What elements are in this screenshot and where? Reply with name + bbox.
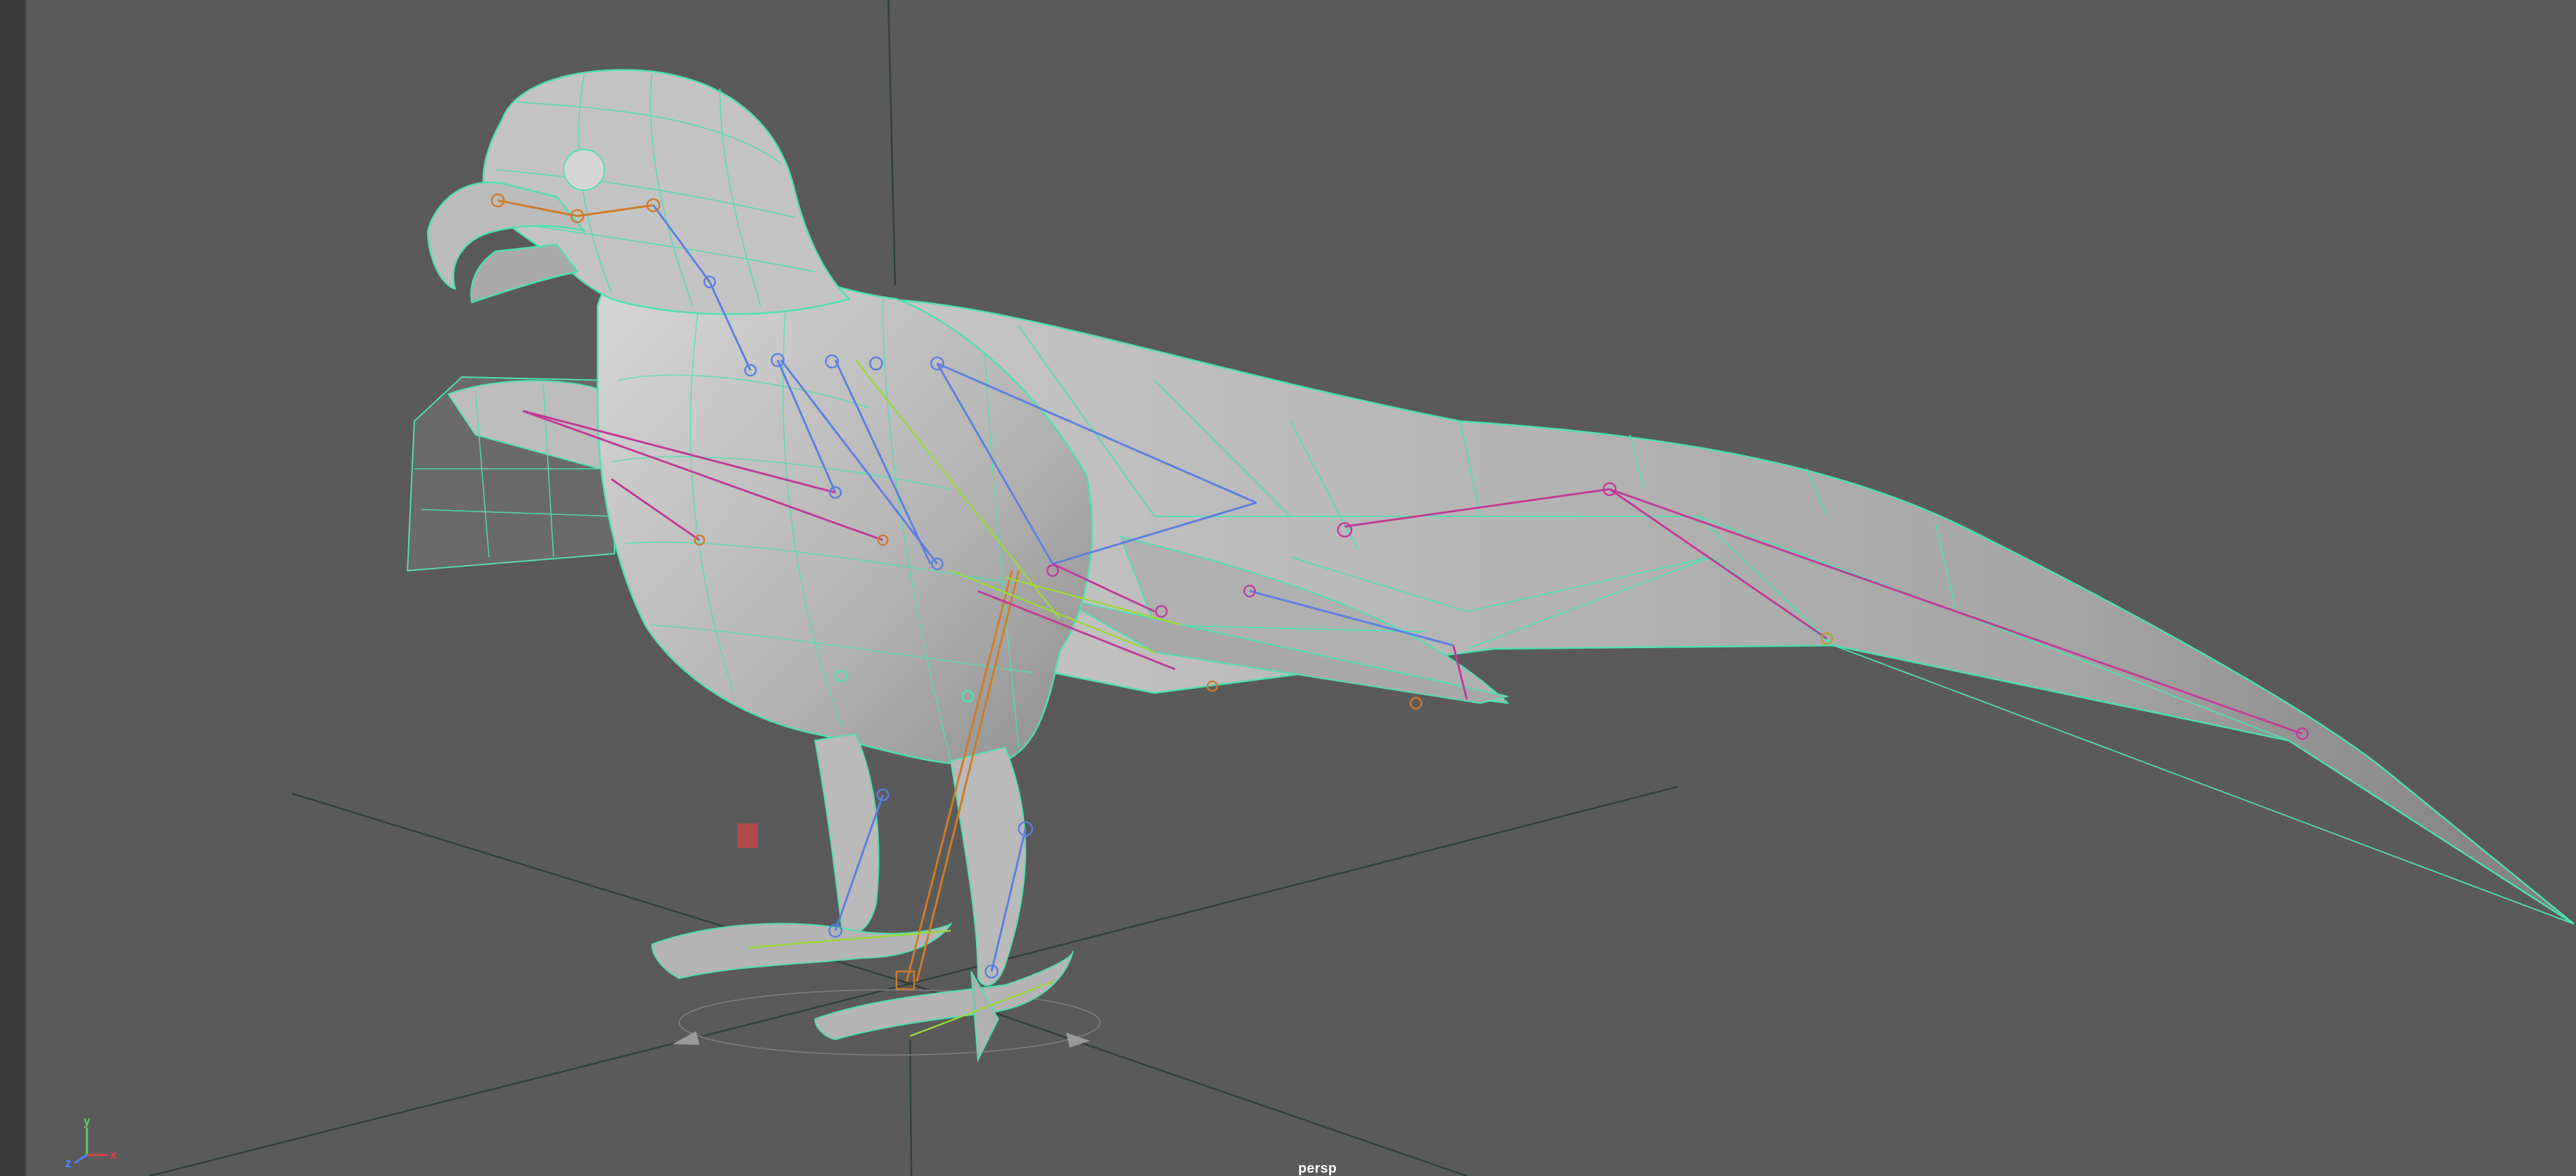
scene-canvas[interactable] xyxy=(26,0,2576,1176)
axis-z-label: z xyxy=(65,1156,71,1170)
left-leg[interactable] xyxy=(651,732,953,980)
maya-viewport-app: y x z persp xyxy=(0,0,2576,1176)
bird-head[interactable] xyxy=(427,69,851,315)
control-locator[interactable] xyxy=(738,823,758,848)
axis-x-label: x xyxy=(110,1148,117,1162)
grid-line xyxy=(909,1039,913,1176)
eye-shape xyxy=(563,149,605,191)
grid-line xyxy=(149,982,911,1176)
toolbox-strip xyxy=(0,0,26,1176)
ground-ring-arrow xyxy=(672,1031,700,1045)
right-wing[interactable] xyxy=(882,298,2575,925)
axis-y-label: y xyxy=(84,1116,90,1128)
camera-name-label: persp xyxy=(1298,1161,1337,1176)
grid-line xyxy=(909,785,1678,985)
grid-line xyxy=(887,0,896,286)
perspective-viewport[interactable]: y x z persp xyxy=(26,0,2576,1176)
view-axis-gizmo: y x z xyxy=(65,1116,117,1170)
beak-lower xyxy=(470,243,579,304)
